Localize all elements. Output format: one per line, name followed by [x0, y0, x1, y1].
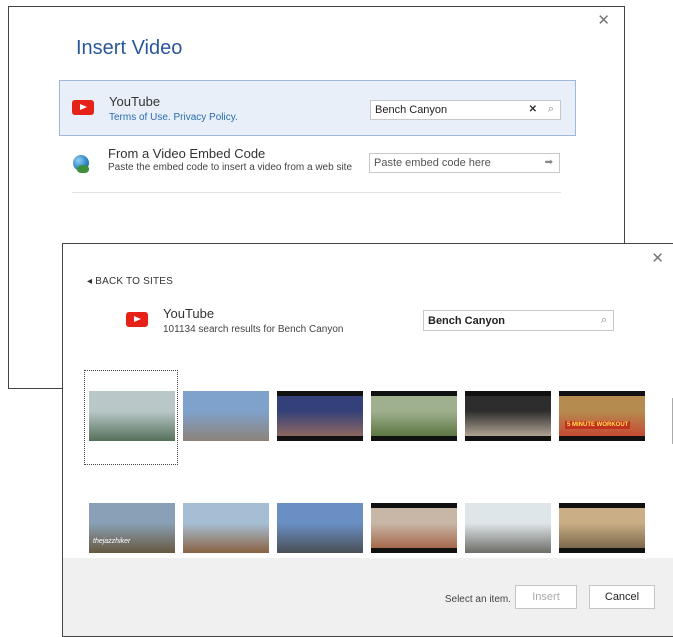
- youtube-logo-icon: [126, 312, 148, 327]
- results-search-input[interactable]: [428, 315, 578, 327]
- search-icon[interactable]: ⌕: [601, 314, 607, 327]
- video-thumbnail[interactable]: [183, 391, 269, 441]
- results-search-box: ⌕: [423, 310, 614, 331]
- back-to-sites-link[interactable]: ◂ BACK TO SITES: [87, 276, 173, 287]
- video-thumbnail[interactable]: [559, 503, 645, 553]
- terms-of-use-link[interactable]: Terms of Use.: [109, 112, 171, 123]
- embed-code-label: From a Video Embed Code: [108, 146, 266, 161]
- video-thumbnail[interactable]: 5 MINUTE WORKOUT: [559, 391, 645, 441]
- embed-code-row: From a Video Embed Code Paste the embed …: [72, 146, 561, 193]
- video-thumbnail[interactable]: [277, 503, 363, 553]
- privacy-policy-link[interactable]: Privacy Policy.: [173, 112, 237, 123]
- search-icon[interactable]: ⌕: [548, 103, 554, 116]
- thumbnail-caption: thejazzhiker: [93, 538, 131, 545]
- youtube-search-box: ✕ ⌕: [370, 100, 561, 120]
- embed-code-input[interactable]: [374, 157, 524, 169]
- dialog-title: Insert Video: [76, 37, 183, 59]
- video-thumbnail[interactable]: [89, 391, 175, 441]
- youtube-logo-icon: [72, 100, 94, 115]
- youtube-label: YouTube: [109, 94, 161, 109]
- embed-code-description: Paste the embed code to insert a video f…: [108, 162, 353, 173]
- video-thumbnail[interactable]: [183, 503, 269, 553]
- globe-icon: [73, 155, 89, 173]
- video-thumbnail[interactable]: [465, 503, 551, 553]
- result-count: 101134 search results for Bench Canyon: [163, 324, 344, 335]
- thumbnail-caption: 5 MINUTE WORKOUT: [565, 421, 631, 429]
- insert-button[interactable]: Insert: [515, 585, 577, 609]
- youtube-search-input[interactable]: [375, 104, 525, 116]
- cancel-button[interactable]: Cancel: [589, 585, 655, 609]
- video-thumbnail[interactable]: [371, 503, 457, 553]
- close-icon[interactable]: ✕: [651, 251, 664, 266]
- video-thumbnail[interactable]: [277, 391, 363, 441]
- arrow-right-icon[interactable]: ➡: [545, 157, 553, 168]
- youtube-source-row[interactable]: YouTube Terms of Use. Privacy Policy. ✕ …: [59, 80, 576, 136]
- video-thumbnail[interactable]: thejazzhiker: [89, 503, 175, 553]
- close-icon[interactable]: ✕: [597, 13, 610, 28]
- clear-search-icon[interactable]: ✕: [529, 104, 537, 115]
- video-thumbnail[interactable]: [371, 391, 457, 441]
- status-text: Select an item.: [444, 594, 511, 605]
- video-thumbnail[interactable]: [465, 391, 551, 441]
- embed-code-box: ➡: [369, 153, 560, 173]
- youtube-results-dialog: ✕ ◂ BACK TO SITES YouTube 101134 search …: [62, 243, 673, 637]
- youtube-label: YouTube: [163, 306, 215, 321]
- dialog-footer: Select an item. Insert Cancel: [63, 558, 673, 636]
